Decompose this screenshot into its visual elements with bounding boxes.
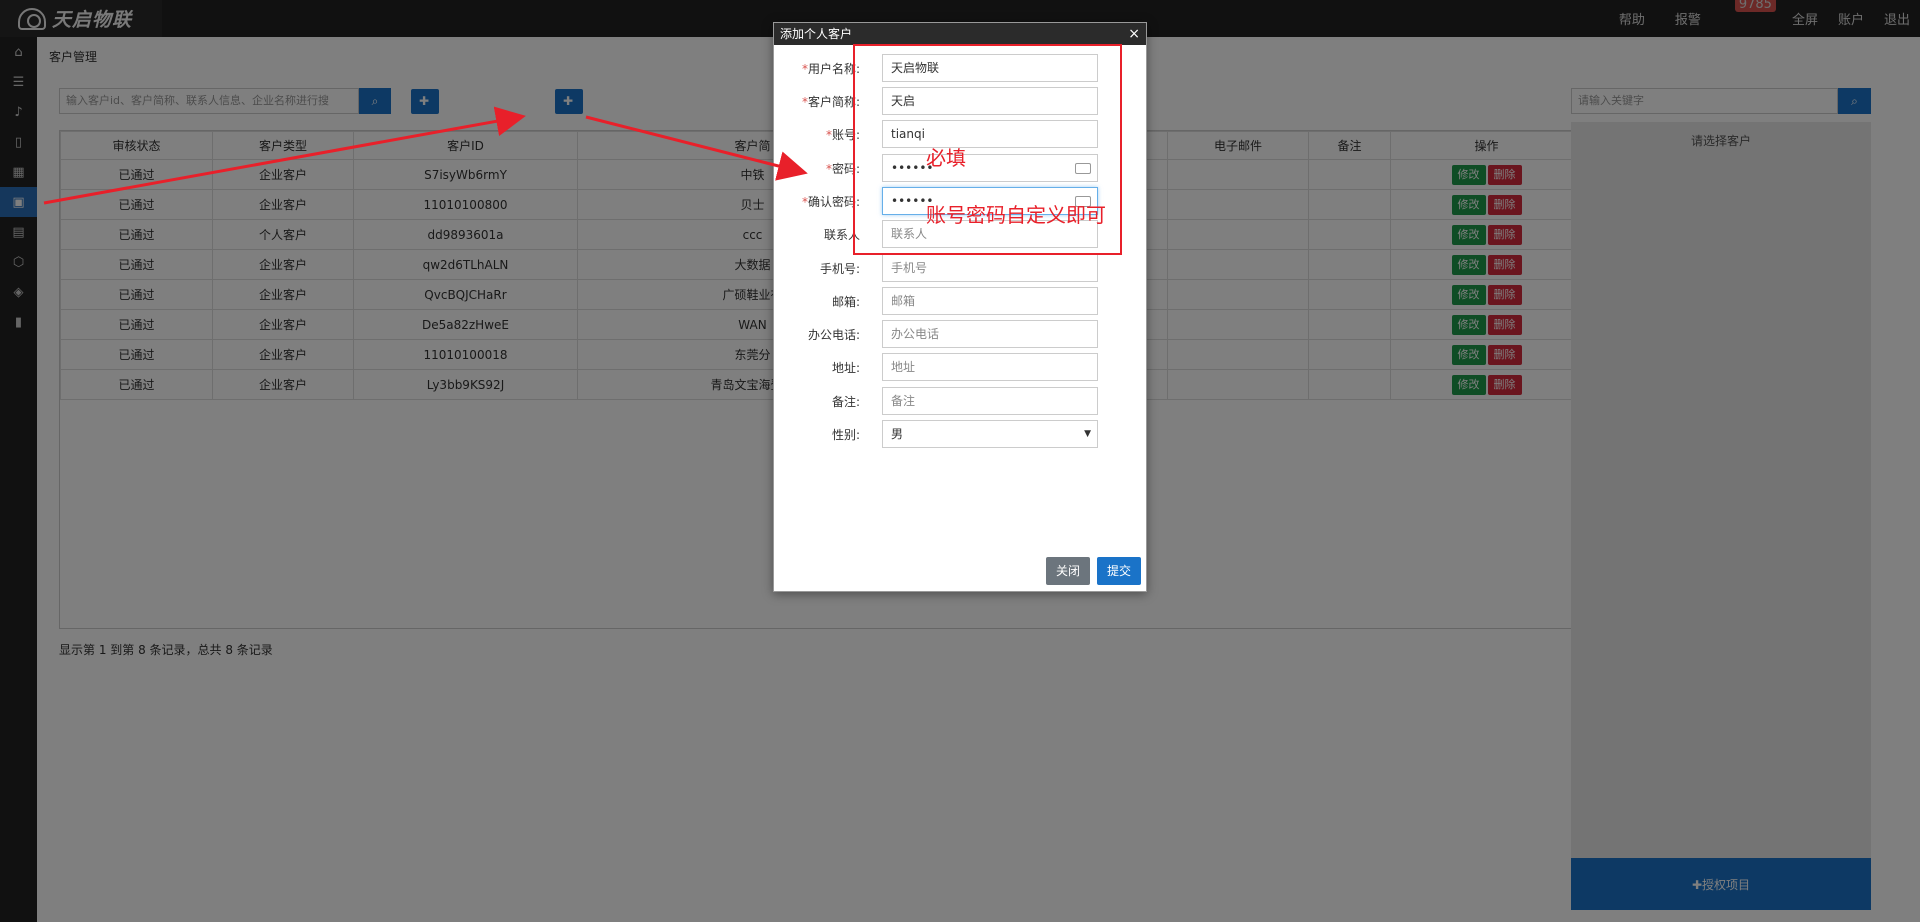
arrow-to-form [585,115,808,181]
arrow-to-add-button [43,106,526,205]
custom-note: 账号密码自定义即可 [926,203,1106,227]
required-note: 必填 [926,146,966,170]
